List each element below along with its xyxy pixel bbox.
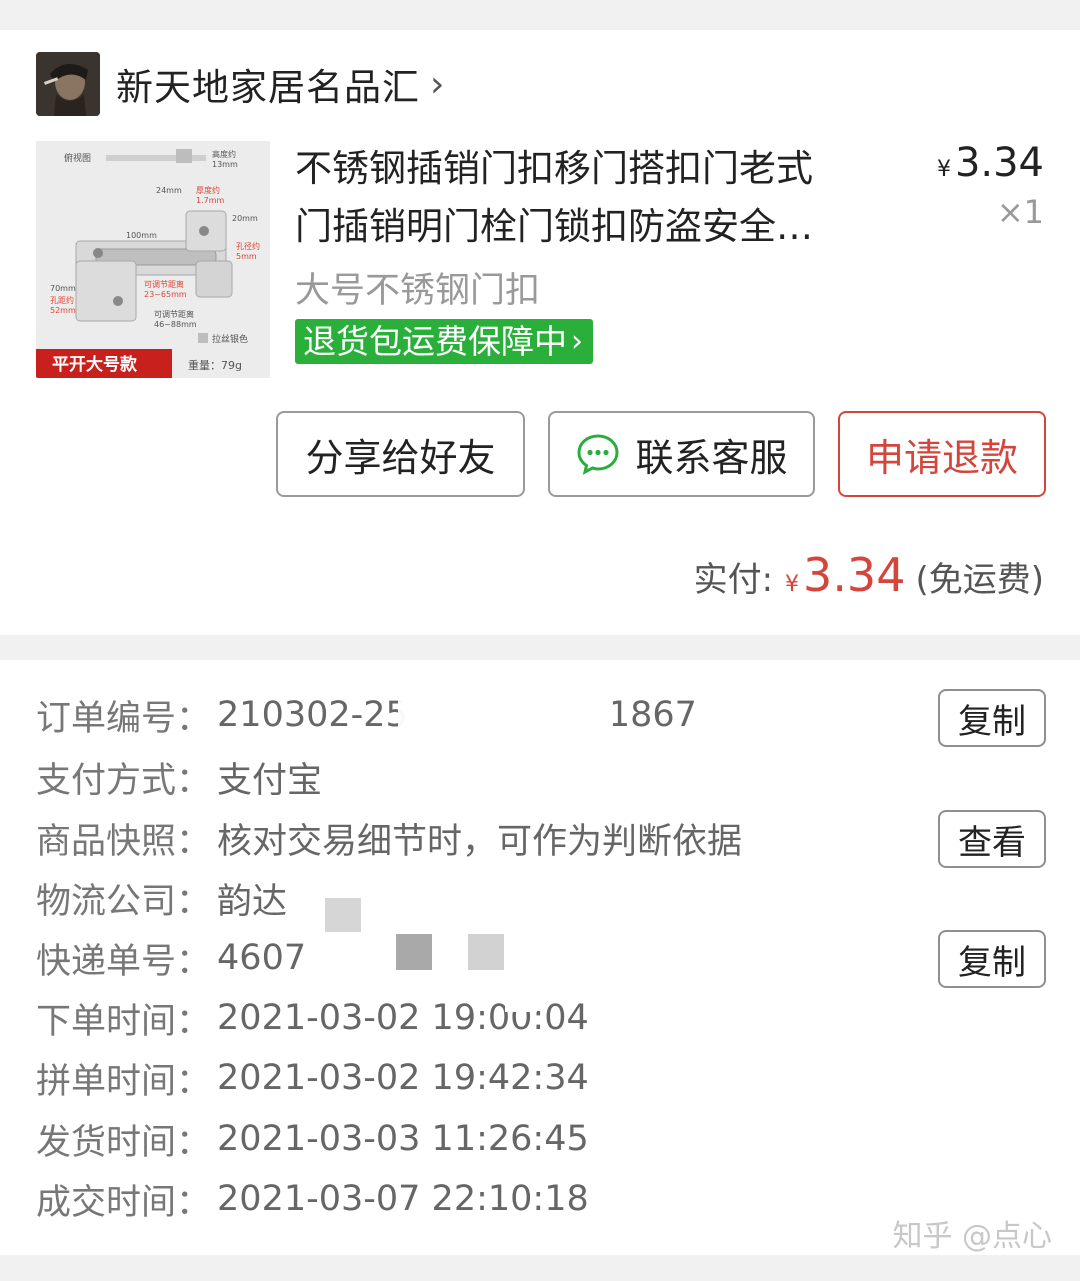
free-shipping-note: (免运费) bbox=[915, 560, 1044, 600]
amount-paid: 实付: ¥ 3.34 (免运费) bbox=[694, 548, 1044, 602]
order-info-card: 订单编号： 210302-25 1867 复制 支付方式： 支付宝 商品快照： … bbox=[0, 660, 1080, 1255]
img-badge: 平开大号款 bbox=[52, 354, 138, 375]
img-label-adj2: 可调节距离 bbox=[154, 309, 194, 319]
img-label-hole-val: 5mm bbox=[236, 252, 257, 261]
info-separator: ： bbox=[176, 1182, 212, 1223]
currency-symbol: ¥ bbox=[785, 572, 800, 597]
info-separator: ： bbox=[176, 698, 212, 739]
info-label: 订单编号 bbox=[36, 698, 177, 739]
info-label: 发货时间 bbox=[36, 1122, 177, 1163]
info-row-snapshot: 商品快照： 核对交易细节时，可作为判断依据 bbox=[36, 808, 742, 868]
view-button-label[interactable]: 查看 bbox=[958, 815, 1026, 864]
order-number-value: 210302-25 bbox=[217, 695, 408, 735]
unit-price-value: 3.34 bbox=[954, 140, 1044, 186]
refund-button[interactable]: 申请退款 bbox=[838, 411, 1046, 497]
redaction-mask bbox=[306, 932, 366, 972]
copy-button-label[interactable]: 复制 bbox=[958, 935, 1026, 984]
img-label-adj1: 可调节距离 bbox=[144, 279, 184, 289]
group-time-value: 2021-03-02 19:42:34 bbox=[217, 1058, 589, 1098]
watermark: 知乎 @点心 bbox=[892, 1219, 1052, 1254]
copy-order-number-button[interactable]: 复制 bbox=[938, 689, 1046, 747]
info-row-logistics: 物流公司： 韵达 bbox=[36, 868, 287, 928]
info-separator: ： bbox=[176, 1122, 212, 1163]
img-label-height: 高度约 bbox=[212, 149, 236, 159]
complete-time-value: 2021-03-07 22:10:18 bbox=[217, 1179, 589, 1219]
order-product-card: 新天地家居名品汇 › 俯视图 高度约 13mm 24mm 厚度约 1.7mm 1… bbox=[0, 30, 1080, 635]
redaction-pixel bbox=[396, 934, 432, 970]
info-label: 下单时间 bbox=[36, 1001, 177, 1042]
info-row-ship-time: 发货时间： 2021-03-03 11:26:45 bbox=[36, 1109, 589, 1169]
copy-button-label[interactable]: 复制 bbox=[958, 694, 1026, 743]
img-label-h20: 20mm bbox=[232, 214, 258, 223]
img-label-hole: 孔径约 bbox=[236, 241, 260, 251]
order-detail-page: 新天地家居名品汇 › 俯视图 高度约 13mm 24mm 厚度约 1.7mm 1… bbox=[0, 0, 1080, 1281]
refund-button-label[interactable]: 申请退款 bbox=[866, 427, 1018, 482]
img-label-view: 俯视图 bbox=[64, 152, 91, 164]
info-label: 快递单号 bbox=[36, 941, 177, 982]
product-sku: 大号不锈钢门扣 bbox=[295, 271, 541, 311]
info-label: 支付方式 bbox=[36, 760, 177, 801]
payment-method-value: 支付宝 bbox=[217, 760, 323, 801]
info-label: 成交时间 bbox=[36, 1182, 177, 1223]
logistics-company-value: 韵达 bbox=[217, 881, 288, 922]
img-label-hole2-val: 52mm bbox=[50, 306, 76, 315]
copy-tracking-number-button[interactable]: 复制 bbox=[938, 930, 1046, 988]
contact-service-label[interactable]: 联系客服 bbox=[635, 427, 787, 482]
img-label-thickness: 厚度约 bbox=[196, 185, 220, 195]
share-button[interactable]: 分享给好友 bbox=[276, 411, 525, 497]
info-row-payment-method: 支付方式： 支付宝 bbox=[36, 747, 322, 807]
shop-header[interactable]: 新天地家居名品汇 › bbox=[36, 52, 444, 116]
info-row-tracking-number: 快递单号： 4607 bbox=[36, 928, 306, 988]
info-row-order-time: 下单时间： 2021-03-02 19:00:04 bbox=[36, 988, 589, 1048]
img-label-adj2-val: 46~88mm bbox=[154, 320, 197, 329]
redaction-mask bbox=[505, 998, 537, 1012]
img-label-color: 拉丝银色 bbox=[212, 333, 248, 345]
info-separator: ： bbox=[176, 1061, 212, 1102]
info-separator: ： bbox=[176, 760, 212, 801]
info-label: 物流公司 bbox=[36, 881, 177, 922]
product-title-line-2[interactable]: 门插销明门栓门锁扣防盗安全… bbox=[295, 198, 880, 256]
img-label-w24: 24mm bbox=[156, 186, 182, 195]
currency-symbol: ¥ bbox=[936, 157, 951, 182]
img-label-hole2: 孔距约 bbox=[50, 295, 74, 305]
ship-time-value: 2021-03-03 11:26:45 bbox=[217, 1119, 589, 1159]
img-label-adj1-val: 23~65mm bbox=[144, 290, 187, 299]
product-title-line-1[interactable]: 不锈钢插销门扣移门搭扣门老式 bbox=[295, 140, 880, 198]
view-snapshot-button[interactable]: 查看 bbox=[938, 810, 1046, 868]
info-row-complete-time: 成交时间： 2021-03-07 22:10:18 bbox=[36, 1169, 589, 1229]
unit-price: ¥3.34 bbox=[937, 140, 1044, 186]
redaction-pixel bbox=[468, 934, 504, 970]
info-separator: ： bbox=[176, 821, 212, 862]
info-label: 商品快照 bbox=[36, 821, 177, 862]
info-row-group-time: 拼单时间： 2021-03-02 19:42:34 bbox=[36, 1048, 589, 1108]
contact-service-button[interactable]: 联系客服 bbox=[548, 411, 815, 497]
snapshot-value: 核对交易细节时，可作为判断依据 bbox=[217, 821, 743, 862]
tracking-number-value: 4607 bbox=[217, 938, 307, 978]
img-label-h70: 70mm bbox=[50, 284, 76, 293]
amount-paid-value: 3.34 bbox=[803, 548, 906, 602]
info-separator: ： bbox=[176, 941, 212, 982]
shop-name[interactable]: 新天地家居名品汇 bbox=[116, 57, 420, 111]
chat-bubble-icon bbox=[577, 434, 619, 475]
img-label-height-val: 13mm bbox=[212, 160, 238, 169]
order-number-tail: 1867 bbox=[607, 695, 697, 735]
img-weight: 重量：79g bbox=[188, 358, 242, 372]
quantity: ×1 bbox=[996, 193, 1044, 231]
img-label-w100: 100mm bbox=[126, 231, 157, 240]
shop-avatar[interactable] bbox=[36, 52, 100, 116]
info-separator: ： bbox=[176, 1001, 212, 1042]
share-button-label[interactable]: 分享给好友 bbox=[305, 427, 495, 482]
info-label: 拼单时间 bbox=[36, 1061, 177, 1102]
chevron-right-icon[interactable]: › bbox=[571, 319, 583, 364]
product-thumbnail[interactable]: 俯视图 高度约 13mm 24mm 厚度约 1.7mm 100mm 20mm 孔… bbox=[36, 141, 270, 378]
return-shipping-guarantee-badge[interactable]: 退货包运费保障中 › bbox=[295, 319, 593, 364]
guarantee-label[interactable]: 退货包运费保障中 bbox=[303, 319, 567, 364]
chevron-right-icon[interactable]: › bbox=[430, 64, 444, 105]
redaction-pixel bbox=[325, 898, 361, 932]
redaction-mask bbox=[398, 672, 613, 748]
info-separator: ： bbox=[176, 881, 212, 922]
img-label-thickness-val: 1.7mm bbox=[196, 196, 225, 205]
product-title[interactable]: 不锈钢插销门扣移门搭扣门老式 门插销明门栓门锁扣防盗安全… bbox=[295, 140, 880, 256]
amount-paid-label: 实付: bbox=[693, 560, 774, 600]
